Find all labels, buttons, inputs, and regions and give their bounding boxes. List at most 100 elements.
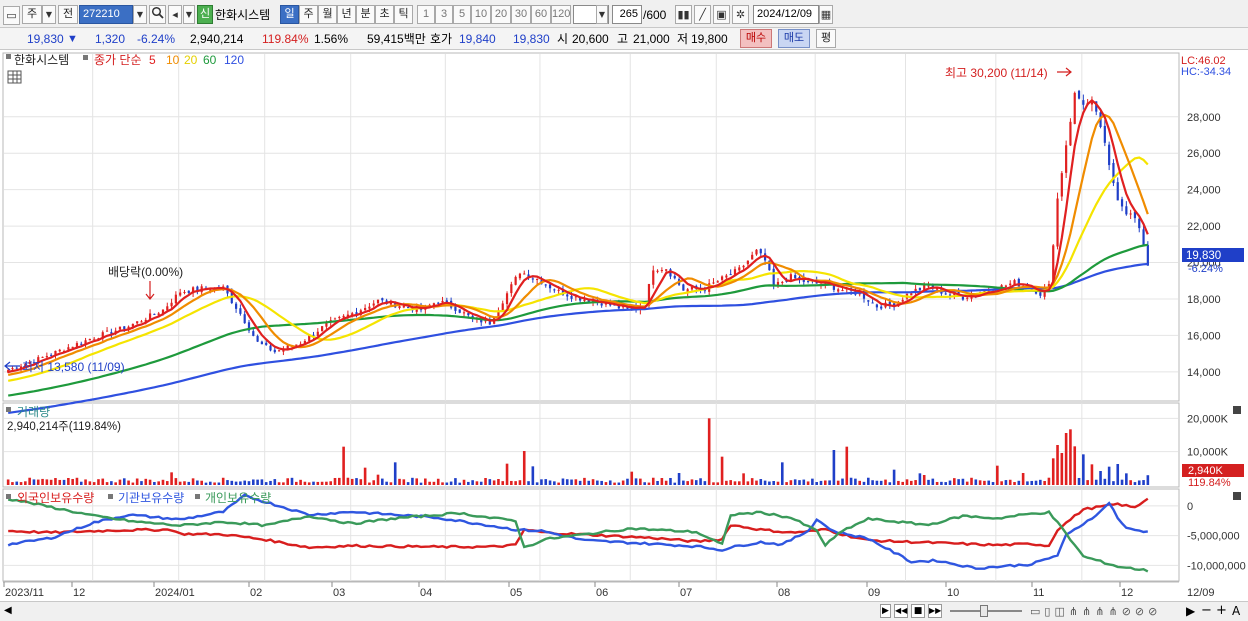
scroll-left-icon[interactable]: ◀: [4, 605, 12, 616]
volume-bar: [200, 480, 203, 485]
save-icon[interactable]: ▣: [713, 5, 730, 24]
volume-bar: [639, 478, 642, 485]
interval-10[interactable]: 10: [471, 5, 491, 24]
candle-body: [875, 304, 879, 308]
candle-body: [660, 270, 663, 272]
calendar-icon[interactable]: ▦: [819, 5, 833, 24]
speaker-icon[interactable]: ◂: [168, 5, 182, 24]
candle-body: [837, 289, 840, 292]
volume-bar: [97, 479, 100, 485]
legend-ma5: 5: [149, 53, 156, 67]
period-month[interactable]: 월: [318, 5, 337, 24]
zoom-thumb[interactable]: [980, 605, 988, 617]
period-second[interactable]: 초: [375, 5, 394, 24]
zoom-in-icon[interactable]: +: [1216, 603, 1227, 618]
buy-button[interactable]: 매수: [740, 29, 772, 48]
volume-title: 거래량: [17, 405, 50, 419]
volume-bar: [217, 482, 221, 485]
volume-bar: [445, 482, 449, 485]
candle-body: [720, 276, 724, 280]
volume-bar: [320, 481, 324, 485]
volume-bar: [170, 472, 173, 485]
volume-bar: [1008, 479, 1012, 485]
avg-button[interactable]: 평: [816, 29, 836, 48]
bid-label: 호가: [430, 32, 453, 46]
volume-bar: [131, 482, 135, 485]
interval-1[interactable]: 1: [417, 5, 435, 24]
window-menu-icon[interactable]: ▭: [3, 6, 20, 25]
price-tick-label: 18,000: [1187, 294, 1221, 306]
holdings-tick-label: 0: [1187, 501, 1193, 513]
volume-close-icon[interactable]: [1233, 406, 1241, 414]
interval-5[interactable]: 5: [453, 5, 471, 24]
period-week[interactable]: 주: [299, 5, 318, 24]
candle-body: [544, 284, 547, 286]
candle-body: [505, 293, 509, 305]
candle-body: [11, 368, 14, 370]
volume-bar: [583, 477, 586, 485]
market-type-select[interactable]: 주: [22, 5, 42, 24]
candle-body: [118, 326, 122, 330]
zoom-out-icon[interactable]: −: [1201, 603, 1212, 618]
volume-bar: [1017, 480, 1021, 485]
volume-bar: [208, 481, 212, 485]
volume-bar: [1082, 454, 1085, 485]
period-day[interactable]: 일: [280, 5, 299, 24]
volume-bar: [415, 478, 419, 485]
code-dropdown-icon[interactable]: ▼: [133, 5, 147, 24]
legend-ma-prefix: 종가 단순: [94, 53, 142, 67]
interval-120[interactable]: 120: [551, 5, 571, 24]
candle-body: [742, 265, 745, 268]
candle-body: [716, 281, 719, 283]
sell-button[interactable]: 매도: [778, 29, 810, 48]
draw-line-icon[interactable]: ╱: [694, 5, 711, 24]
candle-body: [1009, 283, 1012, 286]
speaker-dropdown-icon[interactable]: ▼: [183, 5, 195, 24]
compare-button[interactable]: 전: [58, 5, 78, 24]
holdings-close-icon[interactable]: [1233, 492, 1241, 500]
volume-bar: [510, 480, 513, 485]
forward-icon[interactable]: ▶▶: [928, 604, 942, 618]
candle-body: [557, 289, 560, 291]
interval-dropdown-icon[interactable]: ▼: [596, 5, 608, 24]
x-axis-label: 04: [420, 587, 432, 599]
period-tick[interactable]: 틱: [394, 5, 413, 24]
interval-60[interactable]: 60: [531, 5, 551, 24]
interval-3[interactable]: 3: [435, 5, 453, 24]
volume-bar: [694, 480, 698, 485]
candle-type-icon[interactable]: ▮▮: [675, 5, 692, 24]
period-year[interactable]: 년: [337, 5, 356, 24]
play-icon[interactable]: ▶: [880, 604, 891, 618]
volume-bar: [381, 478, 384, 485]
market-dropdown-icon[interactable]: ▼: [42, 5, 56, 24]
count-input[interactable]: 265: [612, 5, 642, 24]
volume-bar: [402, 479, 406, 485]
stop-icon[interactable]: ■: [911, 604, 925, 618]
volume-bar: [299, 479, 302, 485]
stock-code-input[interactable]: 272210: [79, 5, 133, 24]
auto-scale-icon[interactable]: A: [1232, 604, 1240, 618]
candle-body: [364, 307, 367, 311]
volume-bar: [355, 478, 358, 485]
settings-icon[interactable]: ✲: [732, 5, 749, 24]
volume-bar: [1047, 477, 1051, 485]
volume-bar: [1034, 480, 1038, 485]
chart-scrollbar[interactable]: ◀ ▶ ◀◀ ■ ▶▶ ▭▯◫⋔⋔⋔⋔⊘⊘⊘ ▶ − + A: [0, 601, 1248, 621]
date-input[interactable]: 2024/12/09: [753, 5, 819, 24]
scroll-right-icon[interactable]: ▶: [1186, 604, 1195, 618]
candle-body: [41, 356, 44, 358]
volume-bar: [312, 481, 315, 485]
candle-body: [321, 326, 324, 332]
interval-20[interactable]: 20: [491, 5, 511, 24]
period-minute[interactable]: 분: [356, 5, 375, 24]
tool-icons[interactable]: ▭▯◫⋔⋔⋔⋔⊘⊘⊘: [1030, 605, 1161, 618]
stock-chart[interactable]: 14,00016,00018,00020,00022,00024,00026,0…: [0, 51, 1248, 601]
candle-body: [338, 317, 341, 319]
search-icon[interactable]: [149, 5, 166, 24]
rewind-icon[interactable]: ◀◀: [894, 604, 908, 618]
interval-30[interactable]: 30: [511, 5, 531, 24]
x-axis-label: 12: [73, 587, 85, 599]
volume-bar: [432, 481, 436, 485]
trade-amount: 59,415백만: [367, 32, 426, 46]
grid-toggle-icon[interactable]: [7, 70, 22, 84]
